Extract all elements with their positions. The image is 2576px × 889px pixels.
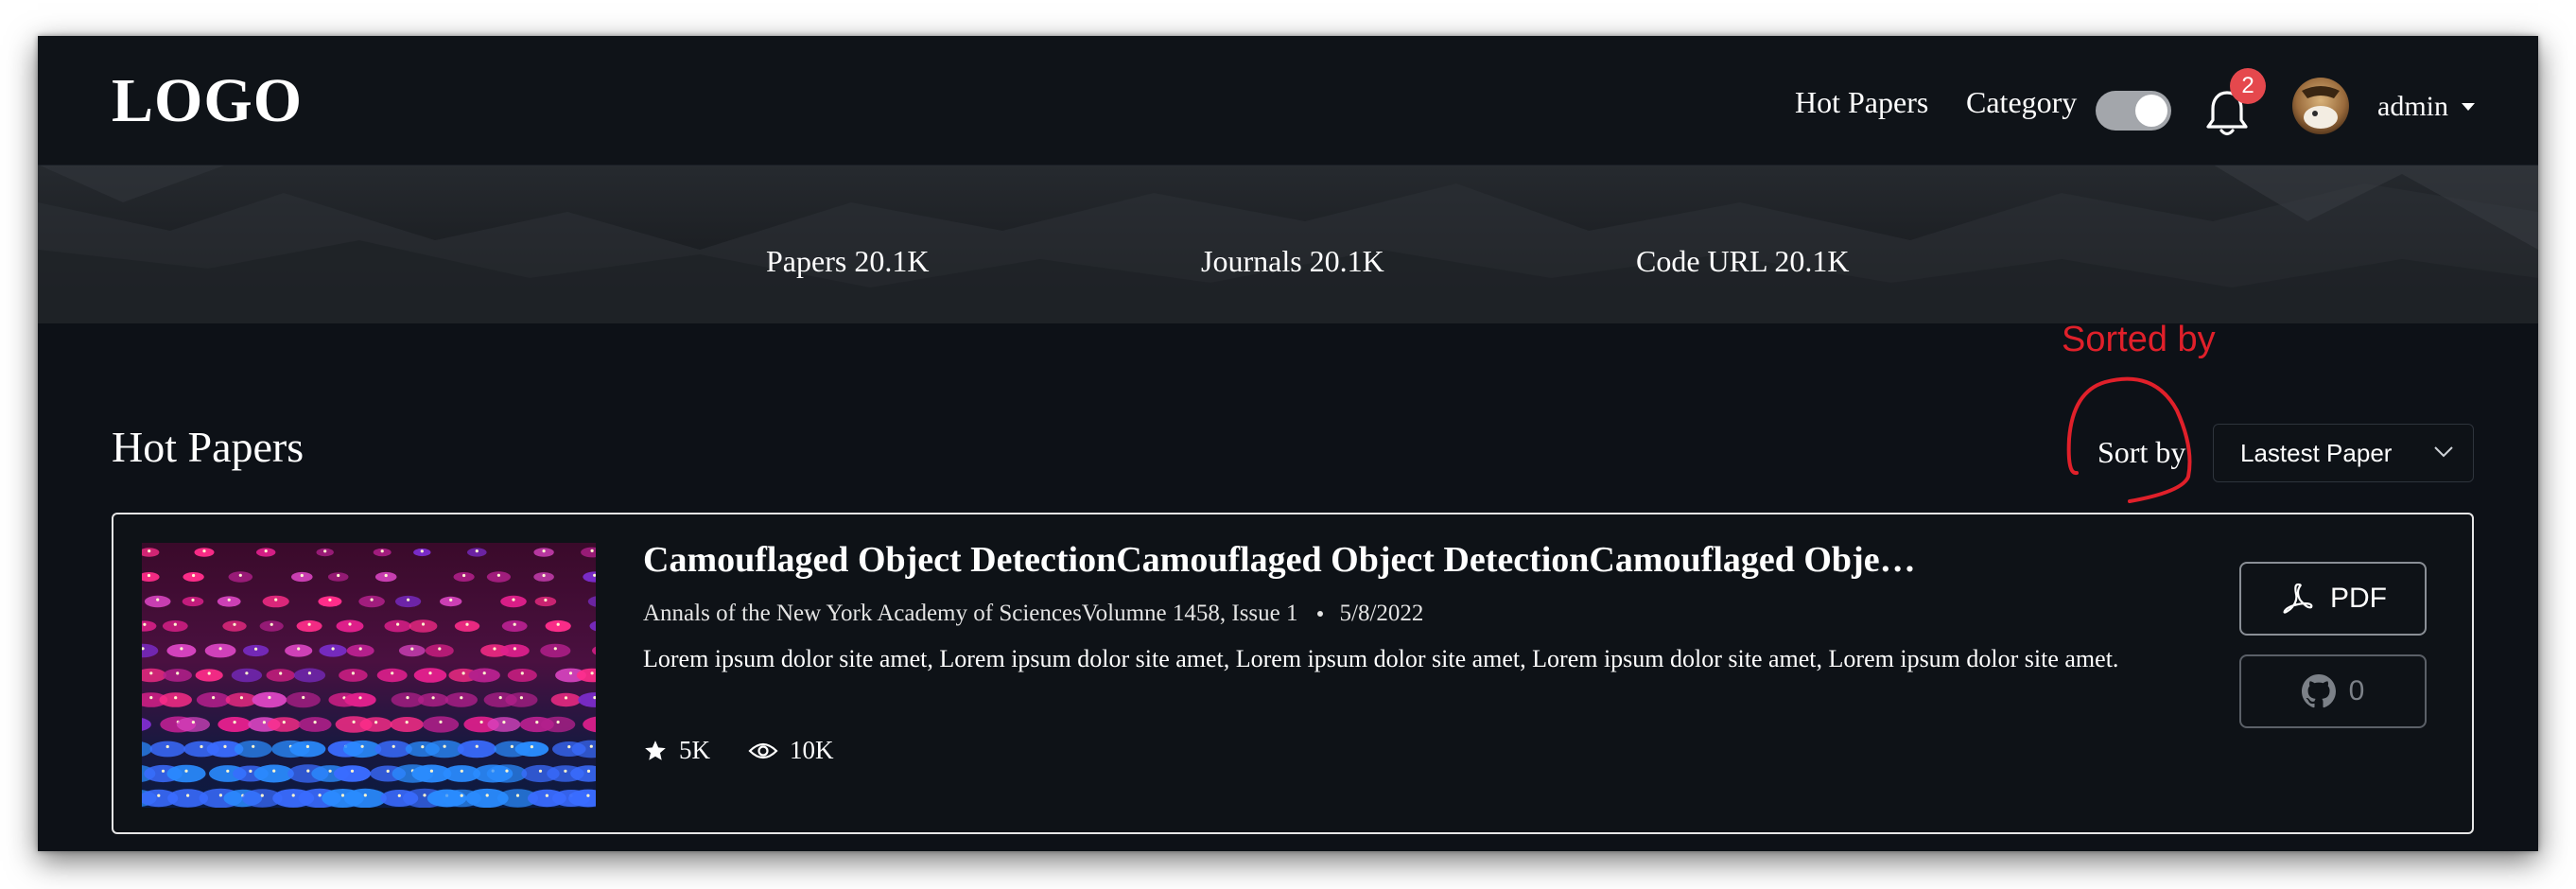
category-toggle[interactable]: [2096, 91, 2171, 131]
avatar[interactable]: [2292, 78, 2349, 134]
stars-count: 5K: [679, 736, 710, 764]
user-menu[interactable]: admin: [2377, 93, 2477, 121]
stars-metric: 5K: [643, 738, 710, 763]
notification-badge: 2: [2230, 68, 2266, 104]
sort-select-value: Lastest Paper: [2240, 439, 2393, 467]
sort-select[interactable]: Lastest Paper: [2213, 424, 2474, 482]
star-icon: [645, 740, 666, 760]
github-icon: [2301, 674, 2336, 708]
paper-journal: Annals of the New York Academy of Scienc…: [643, 601, 1298, 626]
stat-code-url: Code URL 20.1K: [1636, 244, 1850, 278]
github-code-button[interactable]: 0: [2239, 654, 2427, 728]
logo[interactable]: LOGO: [112, 70, 303, 132]
paper-abstract: Lorem ipsum dolor site amet, Lorem ipsum…: [643, 645, 2119, 672]
stat-papers: Papers 20.1K: [766, 244, 930, 278]
pdf-button-label: PDF: [2330, 583, 2387, 614]
pdf-icon: [2283, 583, 2313, 614]
pdf-button[interactable]: PDF: [2239, 562, 2427, 636]
views-metric: 10K: [748, 738, 834, 763]
paper-card[interactable]: Camouflaged Object DetectionCamouflaged …: [112, 513, 2474, 834]
toggle-knob: [2135, 95, 2167, 127]
app-window: LOGO Hot Papers Category 2 admin Papers …: [38, 36, 2538, 851]
caret-down-icon: [2462, 103, 2475, 111]
eye-icon: [748, 742, 778, 758]
paper-meta: Annals of the New York Academy of Scienc…: [643, 601, 1423, 625]
code-count: 0: [2348, 675, 2365, 706]
nav-link-category[interactable]: Category: [1966, 87, 2077, 117]
sort-by-label: Sort by: [2097, 435, 2186, 469]
meta-separator-dot: [1316, 610, 1323, 617]
nav-link-hot-papers[interactable]: Hot Papers: [1795, 87, 1928, 117]
chevron-down-icon: [2434, 446, 2453, 458]
paper-metrics: 5K 10K: [643, 738, 872, 763]
views-count: 10K: [790, 736, 834, 764]
paper-title[interactable]: Camouflaged Object DetectionCamouflaged …: [643, 539, 1929, 583]
annotation-sorted-by: Sorted by: [2062, 320, 2216, 359]
stat-journals: Journals 20.1K: [1201, 244, 1384, 278]
paper-date: 5/8/2022: [1339, 601, 1424, 626]
username: admin: [2377, 91, 2448, 122]
top-navbar: LOGO Hot Papers Category 2 admin: [38, 36, 2538, 166]
section-title: Hot Papers: [112, 423, 305, 471]
paper-thumbnail: [142, 543, 596, 808]
